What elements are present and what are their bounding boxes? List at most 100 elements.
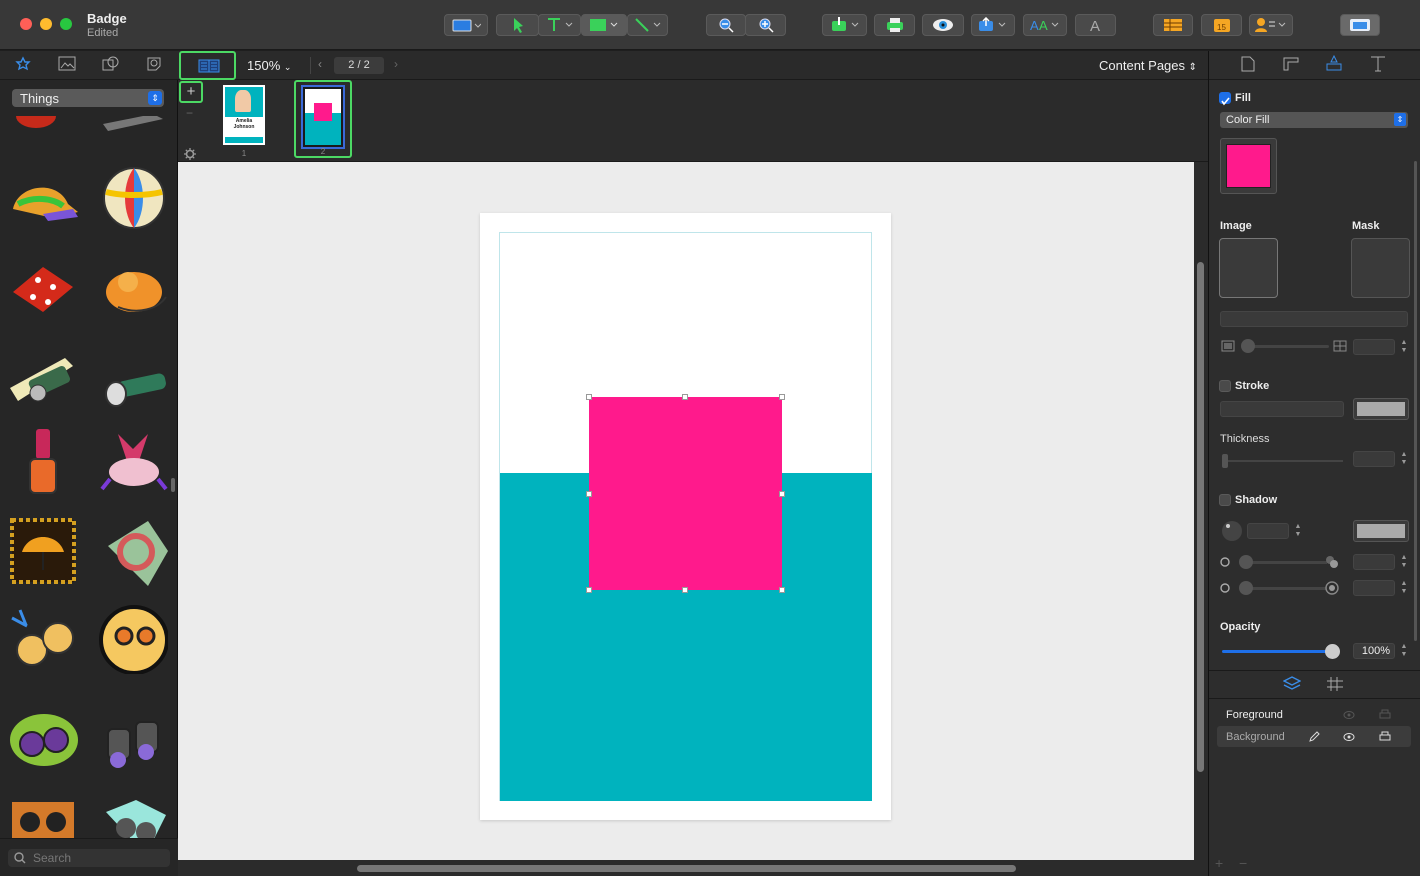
image-well[interactable] <box>1219 238 1278 298</box>
stepper-icon[interactable]: ▲ ▼ <box>1399 451 1409 467</box>
hat-clipart[interactable] <box>98 252 168 322</box>
binoculars-teal-clipart[interactable] <box>98 792 168 838</box>
field-binoculars-clipart[interactable] <box>98 704 168 774</box>
remove-page-button[interactable]: − <box>186 106 193 120</box>
shadow-checkbox[interactable] <box>1219 494 1231 506</box>
thickness-field[interactable] <box>1353 451 1395 467</box>
layer-row-background[interactable]: Background <box>1217 726 1411 747</box>
page-view-button[interactable] <box>179 51 236 80</box>
fill-type-select[interactable]: Color Fill ⇕ <box>1220 112 1408 128</box>
umbrella-frame-clipart[interactable] <box>8 516 78 586</box>
binoculars-pattern-clipart[interactable] <box>8 792 78 838</box>
calendar-button[interactable]: 15 <box>1201 14 1242 36</box>
text-style-button[interactable]: A <box>1075 14 1116 36</box>
share-button[interactable] <box>971 14 1015 36</box>
slider-knob[interactable] <box>1239 555 1253 569</box>
eye-icon[interactable] <box>1343 732 1355 742</box>
ruler-icon[interactable] <box>1283 57 1299 71</box>
resize-handle[interactable] <box>586 587 592 593</box>
add-page-button[interactable]: + <box>179 81 203 103</box>
sidebar-scrollbar[interactable] <box>171 478 175 492</box>
mask-well[interactable] <box>1351 238 1410 298</box>
layer-row-foreground[interactable]: Foreground <box>1217 704 1411 725</box>
slider-knob[interactable] <box>1241 339 1255 353</box>
shadow-blur-slider[interactable] <box>1245 587 1327 590</box>
slider-knob[interactable] <box>1325 644 1340 659</box>
image-scale-slider[interactable] <box>1243 345 1329 348</box>
text-style-icon[interactable] <box>1370 56 1386 72</box>
page-layout-button[interactable] <box>444 14 488 36</box>
shadow-angle-dial[interactable] <box>1222 521 1242 541</box>
add-layer-button[interactable]: + <box>1215 855 1223 871</box>
inspector-scrollbar[interactable] <box>1414 161 1417 641</box>
slider-knob[interactable] <box>1222 454 1228 468</box>
select-tool-button[interactable] <box>496 14 539 36</box>
fill-color-well[interactable] <box>1220 138 1277 194</box>
layers-icon[interactable] <box>1283 676 1301 692</box>
page-thumbnail-2[interactable]: 2 <box>294 80 352 158</box>
document-canvas[interactable] <box>178 162 1208 876</box>
horizontal-scrollbar[interactable] <box>357 865 1016 872</box>
opacity-slider[interactable] <box>1222 650 1332 653</box>
image-scale-field[interactable] <box>1353 339 1395 355</box>
stepper-icon[interactable]: ▲ ▼ <box>1293 523 1303 539</box>
shadow-color-well[interactable] <box>1353 520 1409 542</box>
beach-ball-clipart[interactable] <box>98 162 168 232</box>
shape-tool-button[interactable] <box>581 14 627 36</box>
clipart-icon[interactable] <box>14 56 32 74</box>
stepper-icon[interactable]: ▲ ▼ <box>1399 643 1409 659</box>
zoom-level[interactable]: 150% ⌄ <box>247 58 291 73</box>
slider-knob[interactable] <box>1239 581 1253 595</box>
zoom-in-button[interactable] <box>745 14 786 36</box>
resize-handle[interactable] <box>779 491 785 497</box>
preview-button[interactable] <box>922 14 964 36</box>
data-merge-button[interactable] <box>1153 14 1193 36</box>
print-button[interactable] <box>874 14 915 36</box>
nail-polish-clipart[interactable] <box>8 424 78 494</box>
shadow-distance-slider[interactable] <box>1245 561 1327 564</box>
minimize-window-button[interactable] <box>40 18 52 30</box>
stickers-icon[interactable] <box>146 56 162 72</box>
stepper-icon[interactable]: ▲ ▼ <box>1399 339 1409 355</box>
binoculars-clipart[interactable] <box>8 606 78 676</box>
flashlight-clipart[interactable] <box>8 348 78 418</box>
close-window-button[interactable] <box>20 18 32 30</box>
pink-square-shape[interactable] <box>589 397 782 590</box>
jester-clipart[interactable] <box>98 424 168 494</box>
page-scope-select[interactable]: Content Pages ⇕ <box>1099 58 1197 73</box>
stroke-checkbox[interactable] <box>1219 380 1231 392</box>
font-button[interactable]: AA <box>1023 14 1067 36</box>
badge-page[interactable] <box>480 213 891 820</box>
category-select[interactable]: Things ⇕ <box>12 89 164 107</box>
grid-icon[interactable] <box>1327 677 1343 691</box>
stroke-style-select[interactable] <box>1220 401 1344 417</box>
stepper-icon[interactable]: ▲ ▼ <box>1399 580 1409 596</box>
shadow-angle-field[interactable] <box>1247 523 1289 539</box>
document-icon[interactable] <box>1241 56 1255 72</box>
image-icon[interactable] <box>58 56 76 72</box>
resize-handle[interactable] <box>586 394 592 400</box>
vertical-scrollbar[interactable] <box>1197 262 1204 772</box>
pencil-icon[interactable] <box>1308 731 1320 743</box>
cap-clipart[interactable] <box>8 164 78 234</box>
toggle-inspector-button[interactable] <box>1340 14 1380 36</box>
text-tool-button[interactable] <box>538 14 581 36</box>
gear-icon[interactable] <box>184 148 196 160</box>
zoom-window-button[interactable] <box>60 18 72 30</box>
previous-page-button[interactable]: ‹ <box>318 57 322 71</box>
rope-clipart[interactable] <box>98 516 168 586</box>
resize-handle[interactable] <box>682 394 688 400</box>
resize-handle[interactable] <box>682 587 688 593</box>
printer-icon[interactable] <box>1379 731 1391 743</box>
resize-handle[interactable] <box>779 587 785 593</box>
contacts-button[interactable] <box>1249 14 1293 36</box>
insert-button[interactable] <box>822 14 867 36</box>
bandana-clipart[interactable] <box>8 252 78 322</box>
image-mode-select[interactable] <box>1220 311 1408 327</box>
thickness-slider[interactable] <box>1223 460 1343 462</box>
search-field[interactable]: Search <box>8 849 170 867</box>
line-tool-button[interactable] <box>627 14 668 36</box>
zoom-out-button[interactable] <box>706 14 746 36</box>
page-thumbnail-1[interactable]: Amelia Johnson <box>223 85 265 145</box>
page-indicator[interactable]: 2 / 2 <box>334 57 384 74</box>
